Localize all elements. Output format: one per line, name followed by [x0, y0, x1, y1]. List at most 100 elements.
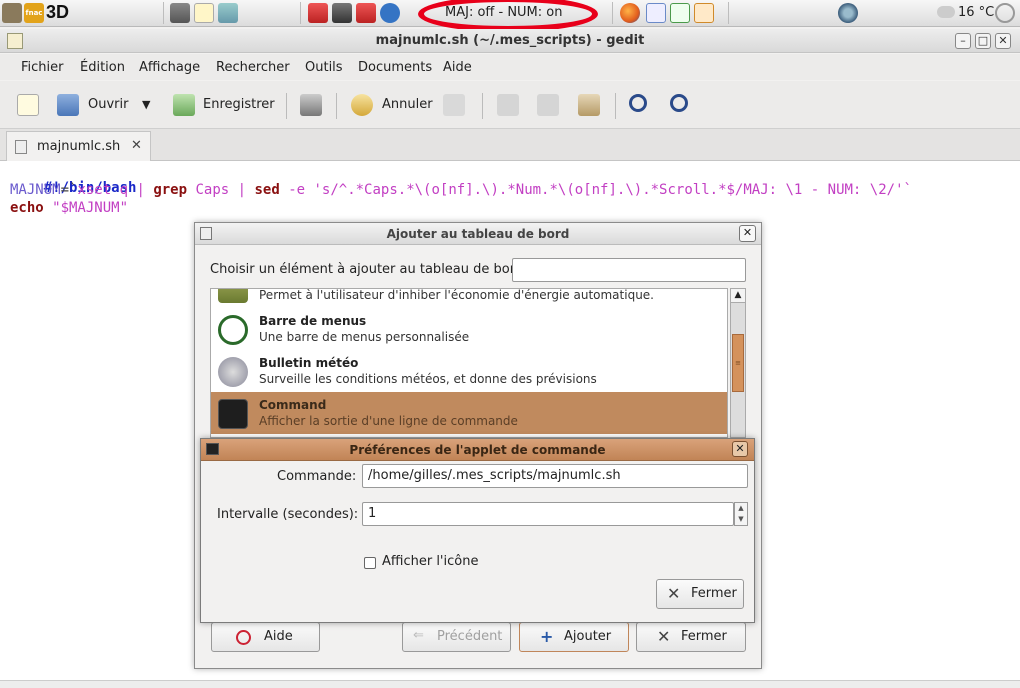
save-button[interactable]: Enregistrer [203, 97, 275, 112]
replace-icon[interactable] [670, 94, 688, 112]
tab-majnumlc[interactable]: majnumlc.sh ✕ [6, 131, 151, 161]
keyboard-indicator[interactable]: MAJ: off - NUM: on [445, 5, 562, 20]
open-dropdown-arrow-icon[interactable]: ▼ [142, 98, 150, 111]
window-title: majnumlc.sh (~/.mes_scripts) - gedit [375, 33, 645, 48]
file-icon [15, 140, 27, 154]
panel-separator [300, 2, 301, 24]
list-item-name: Barre de menus [259, 314, 367, 328]
calculator-icon[interactable] [218, 3, 238, 23]
back-arrow-icon: ⇐ [413, 628, 424, 643]
paste-icon[interactable] [578, 94, 600, 116]
menu-aide[interactable]: Aide [443, 60, 472, 75]
spinner-arrows-icon[interactable]: ▲ ▼ [734, 502, 748, 526]
close-window-button[interactable]: ✕ [995, 33, 1011, 49]
acrobat-icon[interactable] [356, 3, 376, 23]
3d-launcher[interactable]: 3D [46, 2, 69, 23]
dialog-close-button[interactable]: ✕ [739, 225, 756, 242]
code-op: =` [60, 182, 78, 198]
list-item-desc: Afficher la sortie d'une ligne de comman… [259, 414, 518, 428]
close-button[interactable]: ✕ Fermer [636, 622, 746, 652]
dialog-titlebar[interactable]: Préférences de l'applet de commande ✕ [201, 439, 754, 461]
dialog-title: Ajouter au tableau de bord [386, 227, 570, 241]
menu-edition[interactable]: Édition [80, 60, 125, 75]
dialog-titlebar[interactable]: Ajouter au tableau de bord ✕ [195, 223, 761, 245]
camera-icon[interactable] [332, 3, 352, 23]
minimize-button[interactable]: – [955, 33, 971, 49]
open-button[interactable]: Ouvrir [88, 97, 128, 112]
list-item[interactable]: Barre de menus Une barre de menus person… [211, 308, 727, 350]
previous-button[interactable]: ⇐ Précédent [402, 622, 511, 652]
show-icon-checkbox[interactable] [364, 557, 376, 569]
writer-icon[interactable] [646, 3, 666, 23]
menu-documents[interactable]: Documents [358, 60, 432, 75]
command-preferences-dialog: Préférences de l'applet de commande ✕ Co… [200, 438, 755, 623]
panel-separator [728, 2, 729, 24]
list-scrollbar[interactable]: ▲ ≡ [730, 288, 746, 438]
list-item[interactable]: Bulletin météo Surveille les conditions … [211, 350, 727, 392]
gimp-icon[interactable] [2, 3, 22, 23]
fnac-icon[interactable]: fnac [24, 3, 44, 23]
add-button-label: Ajouter [564, 629, 612, 644]
weather-temperature[interactable]: 16 °C [958, 5, 994, 20]
window-titlebar[interactable]: majnumlc.sh (~/.mes_scripts) - gedit – □… [0, 29, 1020, 53]
list-item[interactable]: Permet à l'utilisateur d'inhiber l'écono… [211, 288, 727, 308]
text-editor-icon[interactable] [194, 3, 214, 23]
code-string: 's/^.*Caps.*\(o[nf].\).*Num.*\(o[nf].\).… [313, 182, 912, 198]
maximize-button[interactable]: □ [975, 33, 991, 49]
list-item-name: Bulletin météo [259, 356, 359, 370]
accessibility-icon[interactable] [380, 3, 400, 23]
menu-affichage[interactable]: Affichage [139, 60, 200, 75]
code-pipe: | [237, 182, 255, 198]
save-icon[interactable] [173, 94, 195, 116]
search-input[interactable] [512, 258, 746, 282]
tab-label: majnumlc.sh [37, 139, 121, 154]
code-option: -e [279, 182, 314, 198]
open-folder-icon[interactable] [57, 94, 79, 116]
copy-icon[interactable] [537, 94, 559, 116]
undo-icon[interactable] [351, 94, 373, 116]
menu-fichier[interactable]: Fichier [21, 60, 64, 75]
inhibit-applet-icon [218, 289, 248, 303]
code-arg: Caps [187, 182, 238, 198]
scrollbar-thumb[interactable]: ≡ [732, 334, 744, 392]
code-grep: grep [153, 182, 188, 198]
applet-list[interactable]: Permet à l'utilisateur d'inhiber l'écono… [210, 288, 728, 438]
add-button[interactable]: + Ajouter [519, 622, 629, 652]
list-item-desc: Permet à l'utilisateur d'inhiber l'écono… [259, 288, 654, 302]
redo-icon[interactable] [443, 94, 465, 116]
terminal-icon [218, 399, 248, 429]
help-button-label: Aide [264, 629, 293, 644]
firefox-icon[interactable] [620, 3, 640, 23]
cut-icon[interactable] [497, 94, 519, 116]
interval-spinner[interactable]: 1 [362, 502, 734, 526]
command-input[interactable]: /home/gilles/.mes_scripts/majnumlc.sh [362, 464, 748, 488]
pref-close-button-label: Fermer [691, 586, 737, 601]
scroll-up-arrow-icon[interactable]: ▲ [731, 289, 745, 303]
code-cmd: xset q [77, 182, 129, 198]
screenshot-icon[interactable] [170, 3, 190, 23]
interval-label: Intervalle (secondes): [217, 507, 359, 522]
show-icon-label[interactable]: Afficher l'icône [382, 554, 478, 569]
help-button[interactable]: Aide [211, 622, 320, 652]
search-icon[interactable] [629, 94, 647, 112]
code-string: "$MAJNUM" [43, 200, 129, 216]
pref-close-button[interactable]: ✕ Fermer [656, 579, 744, 609]
undo-button[interactable]: Annuler [382, 97, 433, 112]
menu-rechercher[interactable]: Rechercher [216, 60, 290, 75]
cloud-icon[interactable] [937, 6, 955, 18]
dialog-title: Préférences de l'applet de commande [349, 443, 606, 457]
toolbar-separator [336, 93, 337, 119]
list-item-selected[interactable]: Command Afficher la sortie d'une ligne d… [211, 392, 727, 434]
thunderbird-icon[interactable] [838, 3, 858, 23]
tab-close-icon[interactable]: ✕ [131, 138, 142, 153]
calc-icon[interactable] [670, 3, 690, 23]
impress-icon[interactable] [694, 3, 714, 23]
sun-icon[interactable] [995, 3, 1015, 23]
dialog-close-button[interactable]: ✕ [732, 441, 748, 457]
toolbar-separator [615, 93, 616, 119]
print-icon[interactable] [300, 94, 322, 116]
pdf-icon[interactable] [308, 3, 328, 23]
menu-outils[interactable]: Outils [305, 60, 343, 75]
new-document-icon[interactable] [17, 94, 39, 116]
close-button-label: Fermer [681, 629, 727, 644]
